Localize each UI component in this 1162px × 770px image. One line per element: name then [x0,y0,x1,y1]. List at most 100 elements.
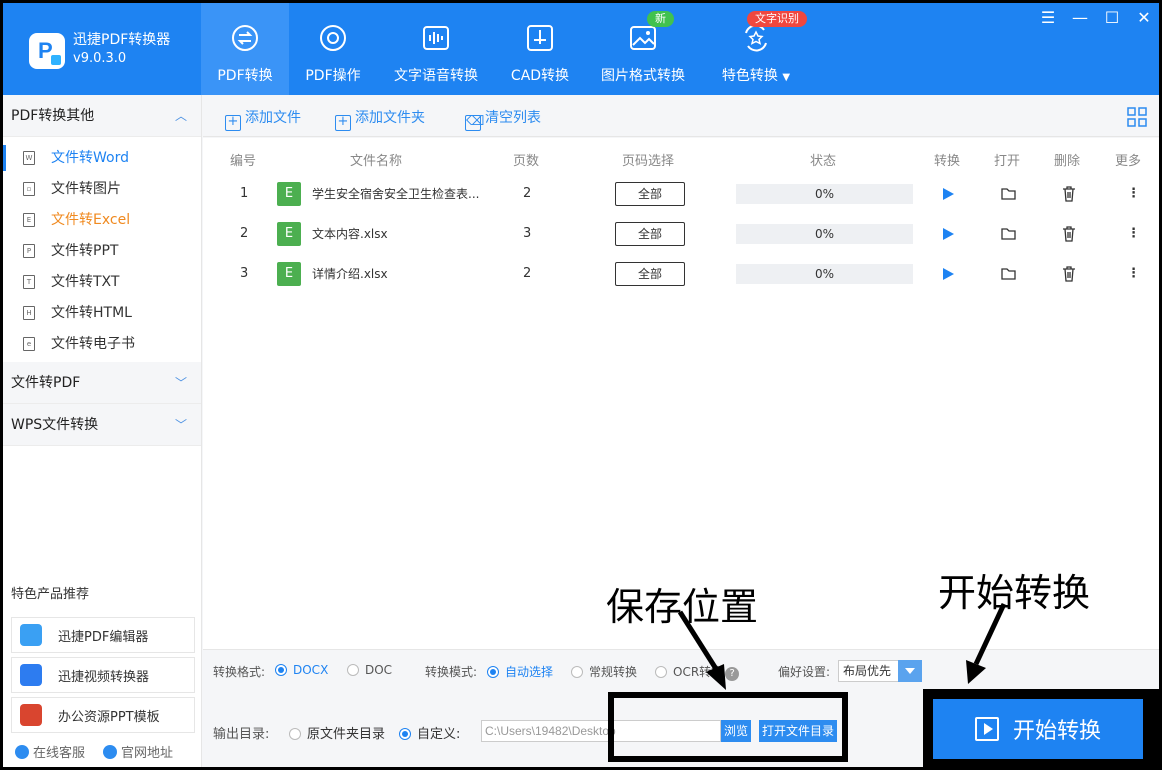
table-row[interactable]: 2 E 文本内容.xlsx 3 全部 0% ⋮ [203,214,1159,254]
menu-icon[interactable]: ☰ [1039,9,1057,27]
sidebar-item-txt[interactable]: T 文件转TXT [3,267,201,298]
play-icon[interactable] [941,187,955,201]
pdf-editor-icon [20,624,42,646]
folder-icon[interactable] [1001,267,1017,281]
page-range-button[interactable]: 全部 [615,182,685,206]
folder-icon[interactable] [1001,227,1017,241]
promo-title: 特色产品推荐 [11,587,90,602]
promo-pdf-editor[interactable]: 迅捷PDF编辑器 [11,617,195,653]
radio-label: DOC [365,663,393,677]
annotation-save-box [608,692,848,762]
ppt-template-icon [20,704,42,726]
sidebar-item-image[interactable]: ▫ 文件转图片 [3,174,201,205]
table-row[interactable]: 1 E 学生安全宿舍安全卫生检查表... 2 全部 0% ⋮ [203,174,1159,214]
page-range-button[interactable]: 全部 [615,262,685,286]
app-window: P 迅捷PDF转换器 v9.0.3.0 PDF转换 PDF操作 文字语音转换 C… [3,3,1159,767]
grid-view-icon[interactable] [1127,107,1147,127]
promo-ppt-template[interactable]: 办公资源PPT模板 [11,697,195,733]
radio-unchecked [655,666,667,678]
page-count: 2 [523,266,532,281]
mode-ocr-radio[interactable]: OCR转换? [655,663,740,681]
sidebar-item-excel[interactable]: E 文件转Excel [3,205,201,236]
radio-unchecked [571,666,583,678]
tab-image-convert[interactable]: 图片格式转换 新 [585,3,701,95]
video-converter-icon [20,664,42,686]
play-icon [974,717,999,741]
sidebar-group-to-pdf[interactable]: 文件转PDF ﹀ [3,362,201,404]
format-doc-radio[interactable]: DOC [347,663,392,677]
output-label: 输出目录: [213,727,270,742]
radio-label: 自动选择 [505,665,554,679]
excel-file-icon: E [23,213,35,227]
sidebar-group-wps[interactable]: WPS文件转换 ﹀ [3,404,201,446]
play-icon[interactable] [941,227,955,241]
close-icon[interactable]: ✕ [1135,9,1153,27]
tab-pdf-convert[interactable]: PDF转换 [201,3,289,95]
add-folder-button[interactable]: + 添加文件夹 [335,107,425,131]
progress-bar: 0% [736,184,913,204]
sidebar-item-word[interactable]: W 文件转Word [3,143,201,174]
delete-icon[interactable] [1062,226,1076,242]
tab-special-convert[interactable]: 特色转换 ▼ 文字识别 [701,3,811,95]
more-icon[interactable]: ⋮ [1127,174,1140,214]
sidebar-item-ebook[interactable]: e 文件转电子书 [3,329,201,360]
radio-unchecked [289,728,301,740]
start-convert-button[interactable]: 开始转换 [933,699,1143,759]
group-label: PDF转换其他 [11,108,95,124]
more-icon[interactable]: ⋮ [1127,254,1140,294]
special-icon [745,24,767,52]
chevron-down-icon: ▼ [782,72,791,83]
radio-checked [275,664,287,676]
custom-dir-radio[interactable]: 自定义: [399,723,460,742]
start-area: 开始转换 [923,689,1159,767]
file-name: 详情介绍.xlsx [312,267,388,281]
col-header-status: 状态 [810,154,837,169]
table-row[interactable]: 3 E 详情介绍.xlsx 2 全部 0% ⋮ [203,254,1159,294]
official-site-link[interactable]: 官网地址 [103,742,173,761]
delete-icon[interactable] [1062,266,1076,282]
pdf-convert-icon [232,25,258,51]
sidebar-item-html[interactable]: H 文件转HTML [3,298,201,329]
new-badge: 新 [647,11,674,27]
pref-select[interactable]: 布局优先 [838,660,922,682]
delete-icon[interactable] [1062,186,1076,202]
tab-pdf-operate[interactable]: PDF操作 [289,3,377,95]
txt-file-icon: T [23,275,35,289]
tab-cad-convert[interactable]: CAD转换 [495,3,585,95]
play-icon[interactable] [941,267,955,281]
minimize-icon[interactable]: — [1071,9,1089,27]
add-file-button[interactable]: + 添加文件 [225,107,301,131]
radio-label: DOCX [293,663,329,677]
file-toolbar: + 添加文件 + 添加文件夹 ⌫清空列表 [203,95,1159,137]
annotation-start-convert: 开始转换 [938,571,1091,615]
mode-normal-radio[interactable]: 常规转换 [571,663,637,680]
app-logo: P [29,33,65,69]
pref-label: 偏好设置: [778,665,831,679]
ocr-badge: 文字识别 [747,11,807,27]
page-range-button[interactable]: 全部 [615,222,685,246]
status-text: 0% [814,187,835,201]
sidebar-item-label: 文件转PPT [51,243,119,259]
add-folder-icon: + [335,115,351,131]
col-header-no: 编号 [230,154,257,169]
tab-label: 图片格式转换 [601,68,685,84]
clear-list-button[interactable]: ⌫清空列表 [465,107,541,131]
folder-icon[interactable] [1001,187,1017,201]
online-service-link[interactable]: 在线客服 [15,742,85,761]
col-header-pages: 页数 [513,154,540,169]
radio-label: 原文件夹目录 [307,727,386,742]
tab-label: CAD转换 [510,68,570,84]
sidebar-group-pdf-other[interactable]: PDF转换其他 ︿ [3,95,201,137]
mode-auto-radio[interactable]: 自动选择 [487,663,553,680]
tab-label: PDF操作 [305,68,361,84]
sidebar-item-ppt[interactable]: P 文件转PPT [3,236,201,267]
chevron-up-icon: ︿ [174,109,187,123]
maximize-icon[interactable]: ☐ [1103,9,1121,27]
help-icon[interactable]: ? [725,667,740,681]
original-dir-radio[interactable]: 原文件夹目录 [289,723,385,742]
tab-voice-convert[interactable]: 文字语音转换 [377,3,495,95]
format-docx-radio[interactable]: DOCX [275,663,328,677]
more-icon[interactable]: ⋮ [1127,214,1140,254]
promo-video-converter[interactable]: 迅捷视频转换器 [11,657,195,693]
sidebar-item-label: 文件转电子书 [51,336,135,352]
